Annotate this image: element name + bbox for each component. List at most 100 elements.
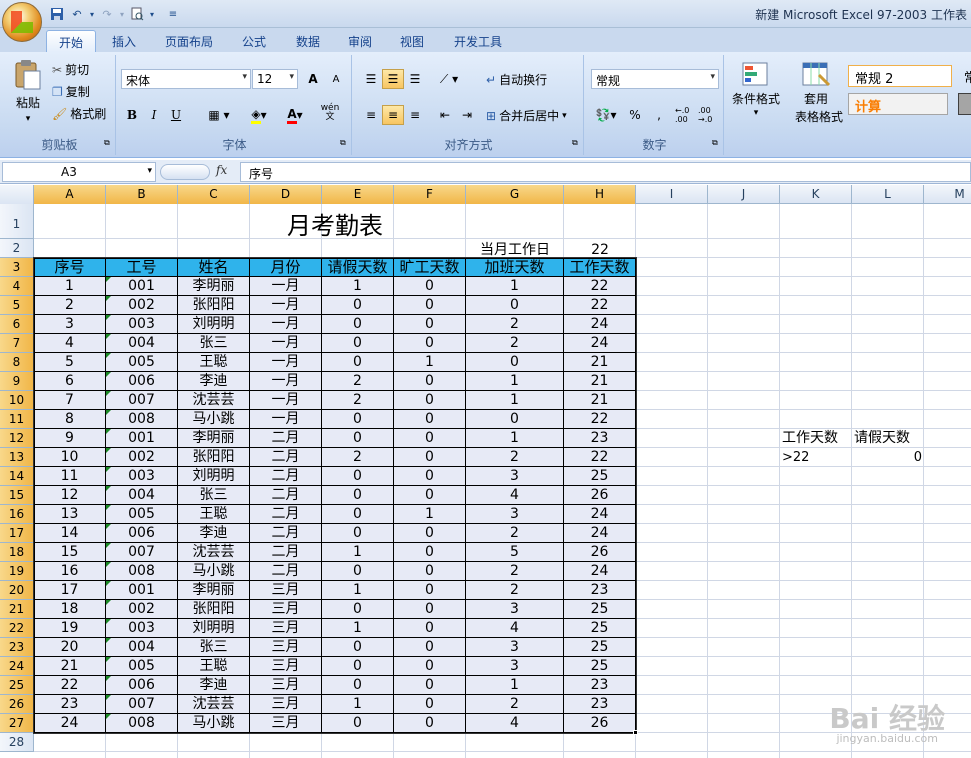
table-cell[interactable]: 2 bbox=[466, 524, 564, 543]
fill-handle[interactable] bbox=[633, 730, 638, 735]
table-cell[interactable]: 2 bbox=[466, 315, 564, 334]
table-cell[interactable]: 三月 bbox=[250, 714, 322, 733]
table-cell[interactable]: 3 bbox=[466, 638, 564, 657]
name-box[interactable]: A3 ▾ bbox=[2, 162, 156, 182]
tab-view[interactable]: 视图 bbox=[390, 30, 434, 52]
cell-style-check[interactable] bbox=[958, 93, 971, 115]
table-cell[interactable]: 1 bbox=[466, 391, 564, 410]
table-cell[interactable]: 2 bbox=[466, 334, 564, 353]
table-cell[interactable]: 0 bbox=[394, 391, 466, 410]
table-cell[interactable]: 0 bbox=[394, 562, 466, 581]
table-cell[interactable]: 三月 bbox=[250, 638, 322, 657]
table-cell[interactable]: 0 bbox=[322, 334, 394, 353]
column-header-a[interactable]: A bbox=[34, 185, 106, 204]
table-cell[interactable]: 23 bbox=[564, 676, 636, 695]
workday-label[interactable]: 当月工作日 bbox=[466, 239, 564, 258]
table-cell[interactable]: 26 bbox=[564, 486, 636, 505]
table-cell[interactable]: 二月 bbox=[250, 429, 322, 448]
workday-value[interactable]: 22 bbox=[564, 239, 636, 258]
table-cell[interactable]: 0 bbox=[394, 334, 466, 353]
row-header-15[interactable]: 15 bbox=[0, 486, 34, 505]
accounting-button[interactable]: 💱▾ bbox=[591, 105, 621, 125]
underline-button[interactable]: U bbox=[165, 105, 187, 125]
table-cell[interactable]: 2 bbox=[322, 372, 394, 391]
copy-button[interactable]: ❐ 复制 bbox=[52, 83, 90, 100]
tab-formulas[interactable]: 公式 bbox=[232, 30, 276, 52]
table-cell[interactable]: 25 bbox=[564, 657, 636, 676]
row-header-5[interactable]: 5 bbox=[0, 296, 34, 315]
row-header-12[interactable]: 12 bbox=[0, 429, 34, 448]
table-cell[interactable]: 1 bbox=[34, 277, 106, 296]
table-cell[interactable]: 001 bbox=[106, 581, 178, 600]
table-cell[interactable]: 006 bbox=[106, 372, 178, 391]
table-cell[interactable]: 0 bbox=[466, 353, 564, 372]
table-cell[interactable]: 0 bbox=[394, 600, 466, 619]
align-left-button[interactable]: ≡ bbox=[360, 105, 382, 125]
table-cell[interactable]: 0 bbox=[322, 429, 394, 448]
table-cell[interactable]: 0 bbox=[322, 296, 394, 315]
row-header-27[interactable]: 27 bbox=[0, 714, 34, 733]
table-cell[interactable]: 23 bbox=[564, 695, 636, 714]
table-cell[interactable]: 24 bbox=[564, 562, 636, 581]
table-cell[interactable]: 007 bbox=[106, 391, 178, 410]
table-cell[interactable]: 19 bbox=[34, 619, 106, 638]
table-cell[interactable]: 24 bbox=[564, 315, 636, 334]
table-cell[interactable]: 24 bbox=[34, 714, 106, 733]
column-header-h[interactable]: H bbox=[564, 185, 636, 204]
table-cell[interactable]: 3 bbox=[466, 467, 564, 486]
table-cell[interactable]: 张阳阳 bbox=[178, 296, 250, 315]
table-cell[interactable]: 2 bbox=[466, 695, 564, 714]
cut-button[interactable]: ✂ 剪切 bbox=[52, 61, 89, 78]
row-header-9[interactable]: 9 bbox=[0, 372, 34, 391]
table-header-cell[interactable]: 工号 bbox=[106, 258, 178, 277]
table-cell[interactable]: 2 bbox=[466, 562, 564, 581]
clipboard-launcher-icon[interactable]: ⧉ bbox=[104, 138, 110, 148]
align-bottom-button[interactable]: ☰ bbox=[404, 69, 426, 89]
sheet-title[interactable]: 月考勤表 bbox=[34, 204, 636, 240]
office-button[interactable] bbox=[2, 2, 42, 42]
table-cell[interactable]: 0 bbox=[394, 543, 466, 562]
table-cell[interactable]: 张阳阳 bbox=[178, 600, 250, 619]
percent-button[interactable]: % bbox=[624, 105, 646, 125]
decrease-decimal-button[interactable]: .00 →.0 bbox=[697, 105, 719, 125]
table-cell[interactable]: 2 bbox=[322, 391, 394, 410]
table-header-cell[interactable]: 加班天数 bbox=[466, 258, 564, 277]
table-cell[interactable]: 沈芸芸 bbox=[178, 695, 250, 714]
table-cell[interactable]: 12 bbox=[34, 486, 106, 505]
row-header-25[interactable]: 25 bbox=[0, 676, 34, 695]
table-cell[interactable]: 0 bbox=[466, 296, 564, 315]
table-cell[interactable]: 26 bbox=[564, 543, 636, 562]
table-cell[interactable]: 0 bbox=[394, 372, 466, 391]
column-header-m[interactable]: M bbox=[924, 185, 971, 204]
table-cell[interactable]: 0 bbox=[322, 657, 394, 676]
border-button[interactable]: ▦ ▾ bbox=[202, 105, 236, 125]
table-cell[interactable]: 005 bbox=[106, 353, 178, 372]
table-cell[interactable]: 0 bbox=[394, 486, 466, 505]
table-cell[interactable]: 002 bbox=[106, 296, 178, 315]
table-cell[interactable]: 5 bbox=[466, 543, 564, 562]
table-cell[interactable]: 21 bbox=[564, 372, 636, 391]
table-cell[interactable]: 1 bbox=[394, 353, 466, 372]
select-all-button[interactable] bbox=[0, 185, 34, 204]
table-header-cell[interactable]: 工作天数 bbox=[564, 258, 636, 277]
table-cell[interactable]: 李明丽 bbox=[178, 429, 250, 448]
number-launcher-icon[interactable]: ⧉ bbox=[712, 138, 718, 148]
table-cell[interactable]: 李明丽 bbox=[178, 581, 250, 600]
table-cell[interactable]: 21 bbox=[564, 391, 636, 410]
table-cell[interactable]: 003 bbox=[106, 467, 178, 486]
table-cell[interactable]: 三月 bbox=[250, 600, 322, 619]
table-cell[interactable]: 0 bbox=[394, 638, 466, 657]
table-cell[interactable]: 0 bbox=[394, 277, 466, 296]
column-header-k[interactable]: K bbox=[780, 185, 852, 204]
table-cell[interactable]: 三月 bbox=[250, 676, 322, 695]
table-cell[interactable]: 23 bbox=[564, 429, 636, 448]
alignment-launcher-icon[interactable]: ⧉ bbox=[572, 138, 578, 148]
orientation-button[interactable]: ⟋ ▾ bbox=[434, 69, 464, 89]
table-cell[interactable]: 王聪 bbox=[178, 353, 250, 372]
table-cell[interactable]: 1 bbox=[322, 695, 394, 714]
table-cell[interactable]: 0 bbox=[322, 467, 394, 486]
formula-input[interactable]: 序号 bbox=[240, 162, 971, 182]
criteria-header-leave[interactable]: 请假天数 bbox=[852, 429, 924, 448]
align-right-button[interactable]: ≡ bbox=[404, 105, 426, 125]
table-cell[interactable]: 一月 bbox=[250, 410, 322, 429]
